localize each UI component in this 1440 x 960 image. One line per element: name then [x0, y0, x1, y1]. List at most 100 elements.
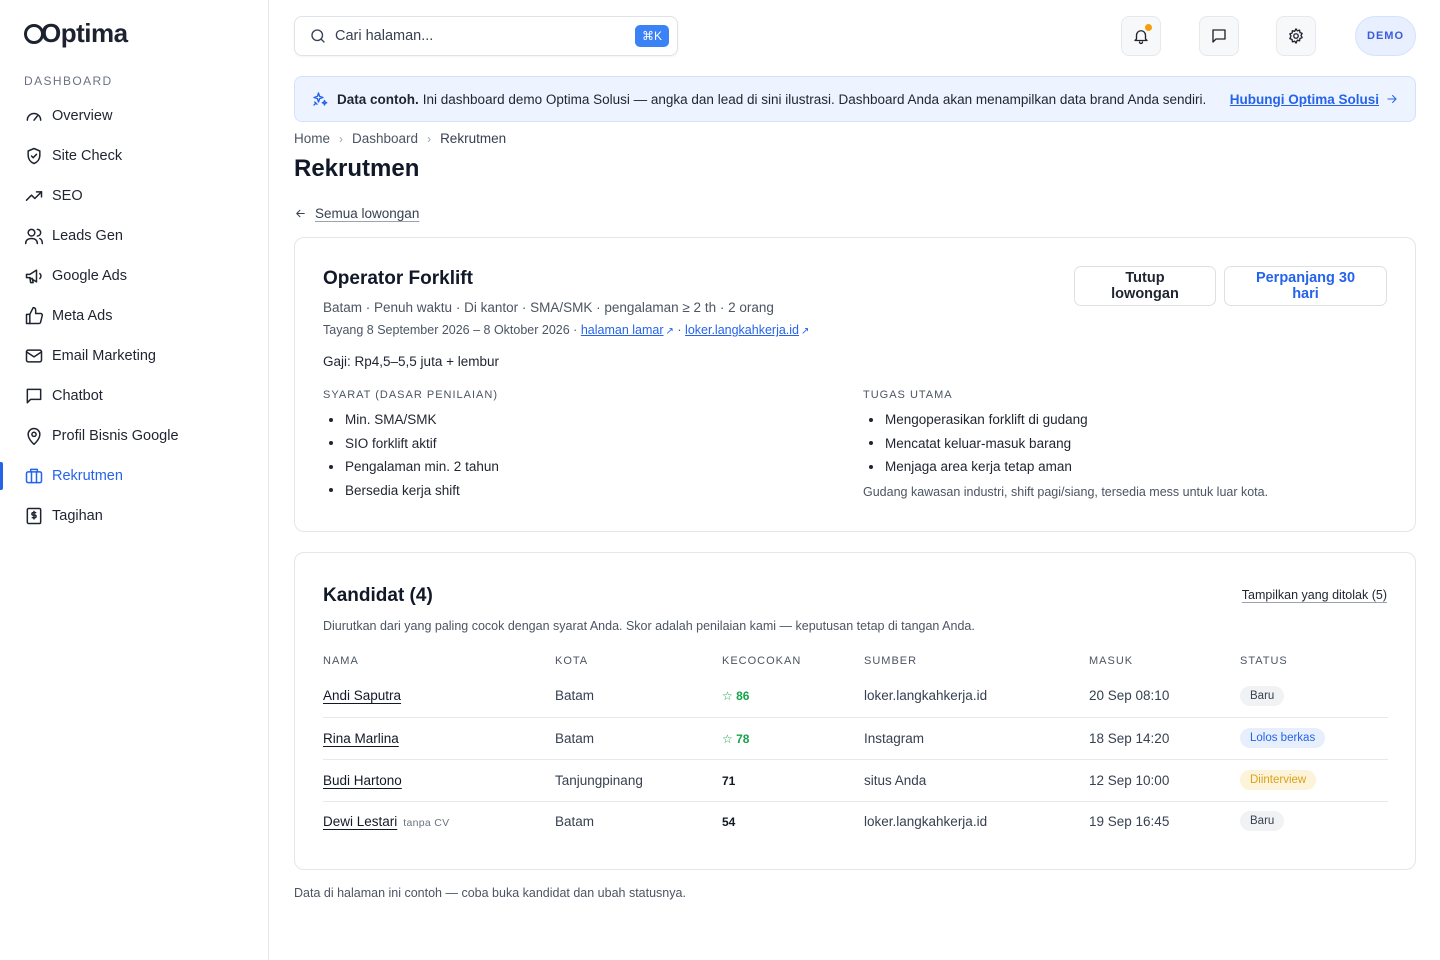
separator-dot: · — [677, 323, 682, 337]
gauge-icon — [24, 106, 44, 126]
candidate-received: 20 Sep 08:10 — [1089, 675, 1240, 718]
candidate-received: 19 Sep 16:45 — [1089, 813, 1170, 829]
external-link-icon: ↗ — [665, 326, 674, 337]
banner-text: Ini dashboard demo Optima Solusi — angka… — [422, 91, 1207, 107]
candidate-source: loker.langkahkerja.id — [864, 675, 1089, 718]
demo-banner: Data contoh. Ini dashboard demo Optima S… — [294, 76, 1416, 122]
sidebar-item-label: Leads Gen — [52, 228, 123, 244]
apply-page-link[interactable]: halaman lamar — [581, 323, 664, 337]
match-score: ☆ 78 — [722, 732, 749, 746]
sidebar-item-label: Chatbot — [52, 388, 103, 404]
sidebar-item-google-ads[interactable]: Google Ads — [0, 256, 268, 296]
candidates-card: Kandidat (4) Tampilkan yang ditolak (5) … — [294, 552, 1416, 870]
table-row[interactable]: Andi Saputra Batam ☆ 86 loker.langkahker… — [323, 675, 1388, 718]
back-link-label: Semua lowongan — [315, 206, 420, 221]
match-score-value: 54 — [722, 814, 736, 829]
column-header-match: KECOCOKAN — [722, 655, 802, 667]
search-bar[interactable]: ⌘K — [294, 16, 678, 56]
settings-button[interactable] — [1276, 16, 1316, 56]
status-badge[interactable]: Lolos berkas — [1240, 728, 1326, 748]
requirements-label: SYARAT (DASAR PENILAIAN) — [323, 389, 498, 401]
external-link-icon: ↗ — [801, 326, 810, 337]
breadcrumb-current: Rekrutmen — [440, 131, 507, 146]
table-row[interactable]: Rina Marlina Batam ☆ 78 Instagram 18 Sep… — [323, 717, 1388, 760]
trending-up-icon — [24, 186, 44, 206]
arrow-left-icon — [294, 207, 307, 220]
close-vacancy-button[interactable]: Tutup lowongan — [1074, 266, 1216, 306]
sidebar-item-overview[interactable]: Overview — [0, 96, 268, 136]
sidebar-item-email-marketing[interactable]: Email Marketing — [0, 336, 268, 376]
sidebar-item-label: Meta Ads — [52, 308, 113, 324]
show-rejected-link[interactable]: Tampilkan yang ditolak (5) — [1242, 588, 1387, 602]
requirements-list: Min. SMA/SMK SIO forklift aktif Pengalam… — [323, 408, 499, 502]
job-card: Operator Forklift Batam · Penuh waktu · … — [294, 237, 1416, 532]
sidebar-item-rekrutmen[interactable]: Rekrutmen — [0, 456, 268, 496]
back-link[interactable]: Semua lowongan — [294, 206, 419, 221]
chat-icon — [24, 386, 44, 406]
candidate-city: Batam — [555, 675, 722, 718]
sidebar-item-profil-bisnis-google[interactable]: Profil Bisnis Google — [0, 416, 268, 456]
candidate-source: situs Anda — [864, 759, 1089, 802]
column-header-source: SUMBER — [864, 655, 918, 667]
logo[interactable]: Optima — [24, 18, 128, 49]
table-row[interactable]: Budi Hartono Tanjungpinang 71 situs Anda… — [323, 759, 1388, 802]
breadcrumb-dashboard[interactable]: Dashboard — [352, 131, 418, 146]
candidate-name-link[interactable]: Dewi Lestari — [323, 814, 397, 829]
chevron-right-icon: › — [339, 131, 344, 146]
extend-vacancy-button[interactable]: Perpanjang 30 hari — [1224, 266, 1387, 306]
table-row[interactable]: Dewi Lestari tanpa CV Batam 54 loker.lang… — [323, 801, 1388, 841]
column-header-received: MASUK — [1089, 655, 1134, 667]
sidebar-item-meta-ads[interactable]: Meta Ads — [0, 296, 268, 336]
search-input[interactable] — [335, 28, 635, 44]
table-header-row: NAMA KOTA KECOCOKAN SUMBER MASUK STATUS — [323, 647, 1388, 675]
sidebar-item-chatbot[interactable]: Chatbot — [0, 376, 268, 416]
shield-check-icon — [24, 146, 44, 166]
candidate-source: loker.langkahkerja.id — [864, 813, 988, 829]
arrow-right-icon — [1385, 92, 1399, 106]
sidebar-item-seo[interactable]: SEO — [0, 176, 268, 216]
requirement-item: SIO forklift aktif — [323, 432, 499, 456]
thumbs-up-icon — [24, 306, 44, 326]
message-icon — [1210, 27, 1228, 45]
candidate-city: Batam — [555, 813, 595, 829]
sidebar: Optima DASHBOARD Overview Site Check SEO… — [0, 0, 269, 960]
job-dates: Tayang 8 September 2026 – 8 Oktober 2026… — [323, 323, 809, 337]
sidebar-item-label: Google Ads — [52, 268, 127, 284]
mail-icon — [24, 346, 44, 366]
candidate-name-link[interactable]: Budi Hartono — [323, 773, 402, 788]
messages-button[interactable] — [1199, 16, 1239, 56]
candidate-name-link[interactable]: Rina Marlina — [323, 731, 399, 746]
duty-item: Menjaga area kerja tetap aman — [863, 455, 1088, 479]
sidebar-item-label: Rekrutmen — [52, 468, 123, 484]
sidebar-item-leads-gen[interactable]: Leads Gen — [0, 216, 268, 256]
sidebar-item-tagihan[interactable]: Tagihan — [0, 496, 268, 536]
match-score-value: 78 — [736, 731, 750, 746]
requirement-item: Pengalaman min. 2 tahun — [323, 455, 499, 479]
breadcrumb-home[interactable]: Home — [294, 131, 330, 146]
breadcrumb: Home › Dashboard › Rekrutmen — [294, 131, 506, 146]
column-header-name: NAMA — [323, 655, 359, 667]
match-score: ☆ 86 — [722, 689, 749, 703]
demo-badge[interactable]: DEMO — [1355, 16, 1416, 56]
match-score-value: 86 — [736, 689, 750, 704]
contact-link-label: Hubungi Optima Solusi — [1229, 91, 1379, 107]
requirement-item: Bersedia kerja shift — [323, 479, 499, 503]
portal-link[interactable]: loker.langkahkerja.id — [685, 323, 799, 337]
job-title: Operator Forklift — [323, 268, 473, 289]
candidate-received: 18 Sep 14:20 — [1089, 717, 1240, 760]
candidate-name-link[interactable]: Andi Saputra — [323, 688, 401, 703]
status-badge[interactable]: Diinterview — [1240, 770, 1317, 790]
briefcase-icon — [24, 466, 44, 486]
candidates-table: NAMA KOTA KECOCOKAN SUMBER MASUK STATUS … — [323, 647, 1388, 841]
users-icon — [24, 226, 44, 246]
chevron-right-icon: › — [427, 131, 432, 146]
sidebar-item-site-check[interactable]: Site Check — [0, 136, 268, 176]
status-badge[interactable]: Baru — [1240, 685, 1285, 706]
no-cv-note: tanpa CV — [403, 816, 450, 829]
notifications-button[interactable] — [1121, 16, 1161, 56]
candidate-source: Instagram — [864, 717, 1089, 760]
status-badge[interactable]: Baru — [1240, 811, 1285, 832]
contact-link[interactable]: Hubungi Optima Solusi — [1230, 92, 1399, 107]
search-icon — [309, 27, 327, 45]
duty-item: Mengoperasikan forklift di gudang — [863, 408, 1088, 432]
